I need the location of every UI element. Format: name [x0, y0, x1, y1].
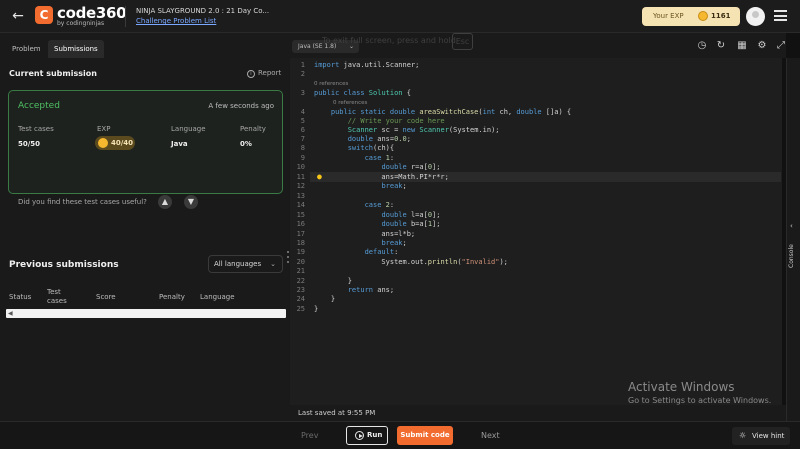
- column-test-cases: Test cases: [47, 288, 67, 305]
- code-line-17: ans=l*b;: [314, 230, 416, 238]
- current-submission-title: Current submission: [9, 69, 97, 78]
- header-divider: [125, 6, 126, 27]
- next-button[interactable]: Next: [481, 431, 500, 440]
- logo-subtext: by codingninjas: [57, 20, 105, 27]
- code-line-4: public static double areaSwitchCase(int …: [330, 108, 572, 116]
- previous-submissions-title: Previous submissions: [9, 260, 119, 270]
- thumbs-down-icon[interactable]: ▼: [184, 195, 198, 209]
- tab-problem[interactable]: Problem: [6, 40, 47, 58]
- user-avatar[interactable]: [746, 7, 765, 26]
- useful-question: Did you find these test cases useful?: [18, 198, 147, 206]
- code360-logo-icon[interactable]: C: [35, 6, 53, 24]
- chevron-down-icon: ⌄: [270, 260, 276, 268]
- code-line-5: // Write your code here: [347, 117, 445, 125]
- layout-icon[interactable]: ▦: [736, 40, 748, 52]
- activate-windows-title: Activate Windows: [628, 380, 735, 394]
- code-line-16: double b=a[1];: [381, 220, 441, 228]
- report-button[interactable]: i Report: [247, 69, 281, 78]
- label-exp: EXP: [97, 125, 111, 133]
- column-penalty: Penalty: [159, 293, 185, 301]
- code-line-3: public class Solution {: [314, 89, 411, 97]
- report-label: Report: [258, 69, 282, 77]
- code-line-18: break;: [381, 239, 407, 247]
- exp-pill[interactable]: Your EXP 1161: [642, 7, 740, 26]
- code-line-11: ans=Math.PI*r*r;: [314, 173, 449, 181]
- code-line-6: Scanner sc = new Scanner(System.in);: [347, 126, 500, 134]
- code-line-12: break;: [381, 182, 407, 190]
- hamburger-menu-icon[interactable]: [774, 10, 787, 21]
- code-line-20: System.out.println("Invalid");: [314, 258, 508, 266]
- editor-toolbar: Java (SE 1.8) ⌄ To exit full screen, pre…: [290, 33, 786, 58]
- timer-icon[interactable]: ◷: [696, 40, 708, 52]
- code-line-15: double l=a[0];: [381, 211, 441, 219]
- label-language: Language: [171, 125, 206, 133]
- value-penalty: 0%: [240, 140, 252, 148]
- label-test-cases: Test cases: [18, 125, 54, 133]
- status-accepted: Accepted: [18, 101, 60, 111]
- code-line-1: import java.util.Scanner;: [314, 61, 420, 69]
- left-panel: Problem Submissions Current submission i…: [0, 33, 290, 421]
- column-score: Score: [96, 293, 116, 301]
- activate-windows-subtitle: Go to Settings to activate Windows.: [628, 396, 772, 405]
- console-label: Console: [788, 244, 795, 268]
- code-line-23: return ans;: [347, 286, 395, 294]
- chevron-left-icon: ‹: [790, 222, 793, 230]
- code-line-24: }: [314, 295, 336, 303]
- thumbs-up-icon[interactable]: ▲: [158, 195, 172, 209]
- code-line-14: case 2:: [364, 201, 395, 209]
- tab-submissions[interactable]: Submissions: [48, 40, 104, 58]
- language-filter-value: All languages: [214, 260, 262, 268]
- exp-coin-icon: [98, 138, 108, 148]
- fullscreen-message: To exit full screen, press and hold: [322, 36, 456, 45]
- scroll-left-icon[interactable]: ◀: [8, 310, 13, 317]
- code-editor[interactable]: ● 1 import java.util.Scanner; 2 0 refere…: [290, 58, 782, 405]
- fullscreen-icon[interactable]: ⤢: [775, 40, 787, 52]
- last-saved-status: Last saved at 9:55 PM: [290, 405, 786, 421]
- exp-earned-badge: 40/40: [95, 136, 135, 150]
- view-hint-button[interactable]: ☼ View hint: [732, 427, 790, 445]
- code-line-25: }: [314, 305, 319, 313]
- run-label: Run: [367, 431, 383, 439]
- reset-icon[interactable]: ↻: [715, 40, 727, 52]
- run-button[interactable]: Run: [346, 426, 388, 445]
- submission-time: A few seconds ago: [208, 102, 274, 110]
- settings-gear-icon[interactable]: ⚙: [756, 40, 768, 52]
- back-arrow-icon[interactable]: ←: [10, 8, 26, 24]
- contest-title: NINJA SLAYGROUND 2.0 : 21 Day Co...: [136, 7, 270, 15]
- value-exp: 40/40: [111, 139, 134, 147]
- column-status: Status: [9, 293, 32, 301]
- code-line-7: double ans=0.0;: [347, 135, 411, 143]
- current-submission-card: Accepted A few seconds ago Test cases EX…: [8, 90, 283, 209]
- info-icon: i: [247, 70, 255, 78]
- code-line-19: default:: [364, 248, 399, 256]
- value-test-cases: 50/50: [18, 140, 41, 148]
- codelens-references[interactable]: 0 references: [333, 100, 367, 106]
- bottom-action-bar: Prev Run Submit code Next ☼ View hint: [0, 421, 800, 449]
- value-language: Java: [171, 140, 188, 148]
- prev-button[interactable]: Prev: [301, 431, 318, 440]
- view-hint-label: View hint: [752, 432, 785, 440]
- horizontal-scrollbar[interactable]: ◀: [6, 309, 286, 318]
- challenge-problem-list-link[interactable]: Challenge Problem List: [136, 17, 216, 25]
- column-language: Language: [200, 293, 235, 301]
- language-filter-select[interactable]: All languages ⌄: [208, 255, 283, 273]
- esc-key-hint: Esc: [452, 33, 473, 50]
- top-header: ← C code360 by codingninjas NINJA SLAYGR…: [0, 0, 800, 33]
- console-toggle[interactable]: ‹ Console: [786, 58, 800, 421]
- codelens-references[interactable]: 0 references: [314, 81, 348, 87]
- code-line-9: case 1:: [364, 154, 395, 162]
- code-line-22: }: [314, 277, 352, 285]
- exp-value: 1161: [711, 12, 731, 20]
- exp-coin-icon: [698, 11, 708, 21]
- exp-label: Your EXP: [653, 12, 684, 20]
- play-icon: [355, 431, 364, 440]
- label-penalty: Penalty: [240, 125, 266, 133]
- code-line-10: double r=a[0];: [381, 163, 441, 171]
- code-line-8: switch(ch){: [347, 144, 395, 152]
- lightbulb-icon: ☼: [739, 431, 747, 440]
- submit-code-button[interactable]: Submit code: [397, 426, 453, 445]
